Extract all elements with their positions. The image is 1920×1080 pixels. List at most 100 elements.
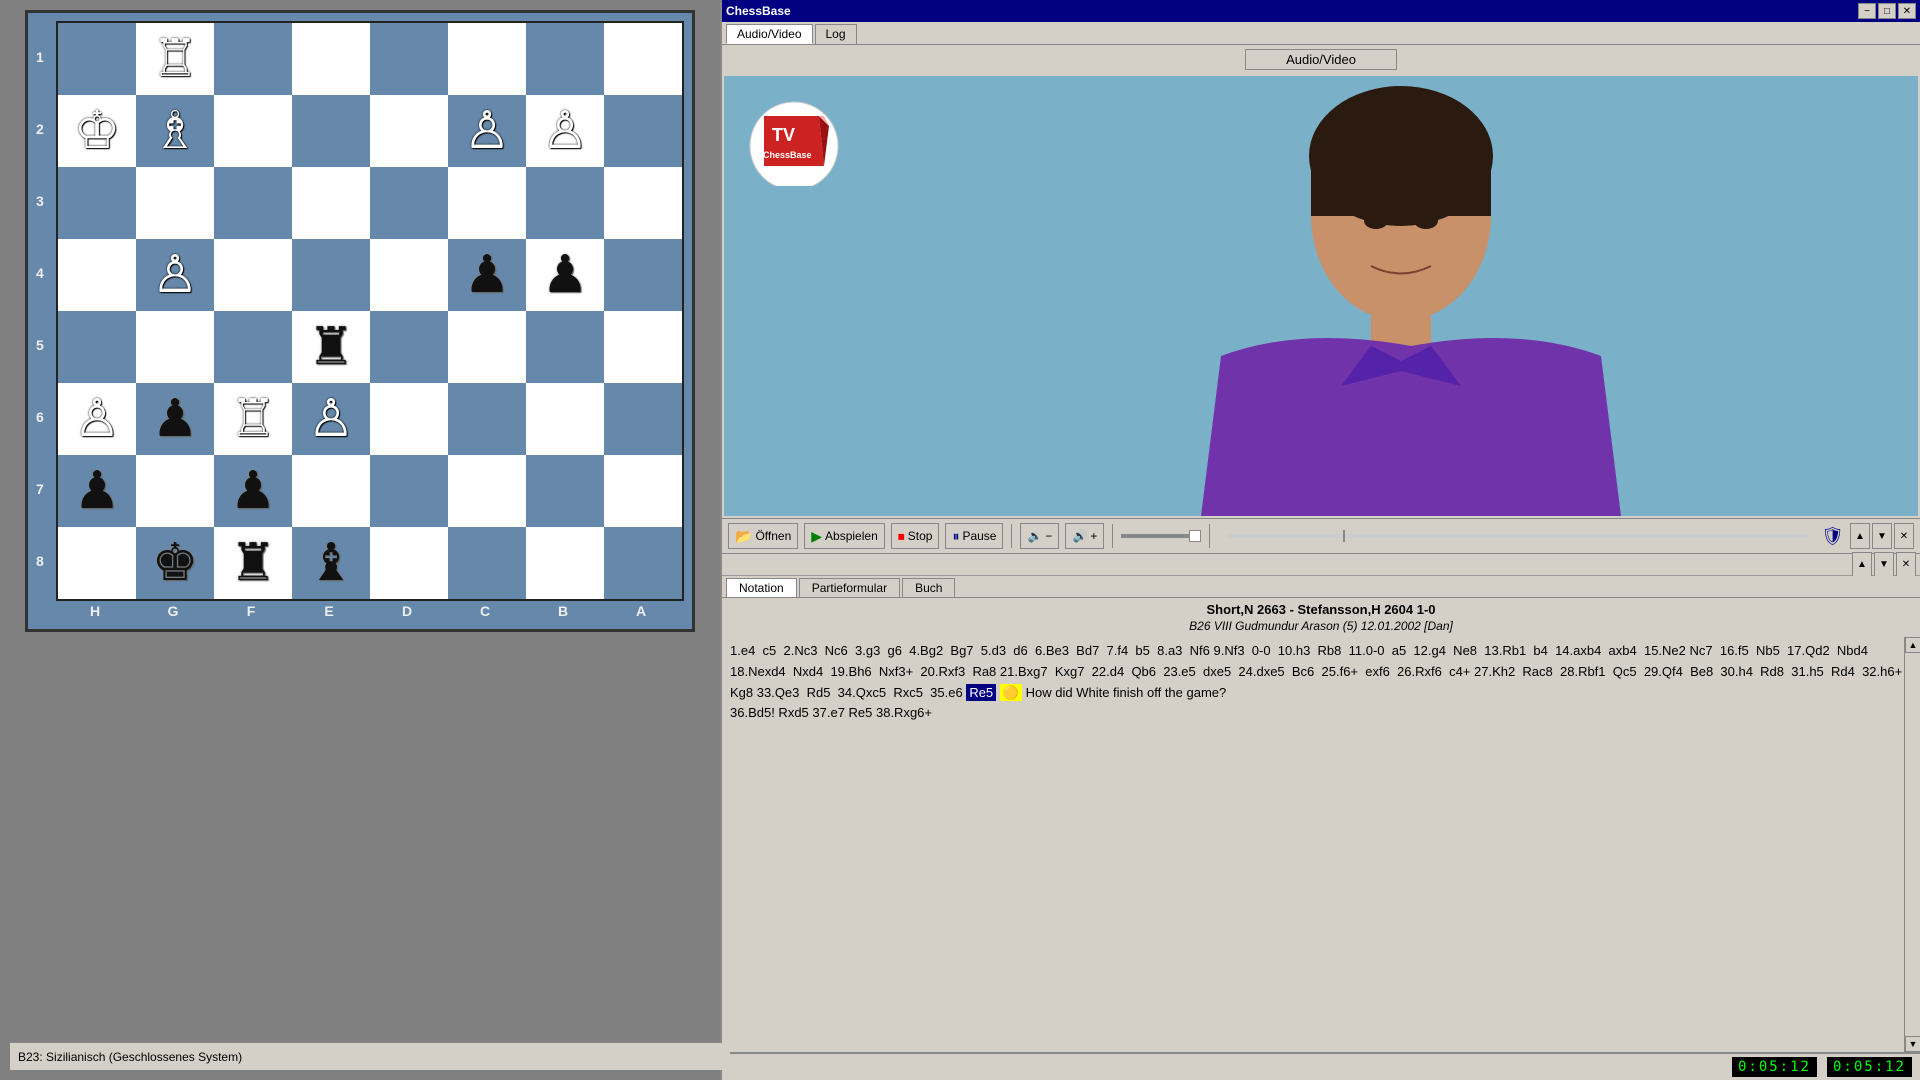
square-e4[interactable] <box>292 239 370 311</box>
square-b1[interactable] <box>526 23 604 95</box>
square-a2[interactable] <box>604 95 682 167</box>
moves-area[interactable]: 1.e4 c5 2.Nc3 Nc6 3.g3 g6 4.Bg2 Bg7 5.d3… <box>722 637 1920 1052</box>
square-g6[interactable]: ♟ <box>136 383 214 455</box>
stop-button[interactable]: ⏹ Stop <box>891 523 940 549</box>
square-e2[interactable] <box>292 95 370 167</box>
square-f4[interactable] <box>214 239 292 311</box>
scroll-up-btn[interactable]: ▲ <box>1850 523 1870 549</box>
notation-sb-track[interactable] <box>1905 653 1920 1036</box>
square-e5[interactable]: ♜ <box>292 311 370 383</box>
vol-up-button[interactable]: 🔊 + <box>1065 523 1104 549</box>
pause-button[interactable]: ⏸ Pause <box>945 523 1003 549</box>
square-g1[interactable]: ♖ <box>136 23 214 95</box>
square-g2[interactable]: ♗ <box>136 95 214 167</box>
square-f7[interactable]: ♟ <box>214 455 292 527</box>
square-c6[interactable] <box>448 383 526 455</box>
square-h2[interactable]: ♔ <box>58 95 136 167</box>
square-a1[interactable] <box>604 23 682 95</box>
square-h4[interactable] <box>58 239 136 311</box>
square-h6[interactable]: ♙ <box>58 383 136 455</box>
square-f1[interactable] <box>214 23 292 95</box>
square-b8[interactable] <box>526 527 604 599</box>
square-h7[interactable]: ♟ <box>58 455 136 527</box>
square-b6[interactable] <box>526 383 604 455</box>
square-c4[interactable]: ♟ <box>448 239 526 311</box>
close-button[interactable]: ✕ <box>1898 3 1916 19</box>
square-c3[interactable] <box>448 167 526 239</box>
open-button[interactable]: 📂 Öffnen <box>728 523 798 549</box>
volume-thumb[interactable] <box>1189 530 1201 542</box>
square-f8[interactable]: ♜ <box>214 527 292 599</box>
highlight-move[interactable]: Re5 <box>966 684 996 701</box>
play-button[interactable]: ▶ Abspielen <box>804 523 885 549</box>
square-g5[interactable] <box>136 311 214 383</box>
square-g3[interactable] <box>136 167 214 239</box>
square-d7[interactable] <box>370 455 448 527</box>
minimize-button[interactable]: − <box>1858 3 1876 19</box>
square-e8[interactable]: ♝ <box>292 527 370 599</box>
square-c5[interactable] <box>448 311 526 383</box>
square-c2[interactable]: ♙ <box>448 95 526 167</box>
square-g7[interactable] <box>136 455 214 527</box>
square-d3[interactable] <box>370 167 448 239</box>
square-d6[interactable] <box>370 383 448 455</box>
square-b7[interactable] <box>526 455 604 527</box>
square-a8[interactable] <box>604 527 682 599</box>
piece-g2: ♗ <box>152 105 199 157</box>
square-h1[interactable] <box>58 23 136 95</box>
volume-slider[interactable] <box>1121 534 1201 538</box>
square-e3[interactable] <box>292 167 370 239</box>
seek-bar[interactable] <box>1226 534 1807 538</box>
square-d4[interactable] <box>370 239 448 311</box>
stop-icon: ⏹ <box>898 528 905 545</box>
vol-down-button[interactable]: 🔉 − <box>1020 523 1059 549</box>
square-b4[interactable]: ♟ <box>526 239 604 311</box>
play-label: Abspielen <box>825 529 878 543</box>
square-d8[interactable] <box>370 527 448 599</box>
square-f3[interactable] <box>214 167 292 239</box>
square-c7[interactable] <box>448 455 526 527</box>
square-f6[interactable]: ♖ <box>214 383 292 455</box>
square-g8[interactable]: ♚ <box>136 527 214 599</box>
notation-close[interactable]: ✕ <box>1896 552 1916 578</box>
notation-title-bar: ▲ ▼ ✕ <box>722 554 1920 576</box>
piece-c4: ♟ <box>464 249 511 301</box>
chess-board[interactable]: ♖ ♔ ♗ ♙ ♙ <box>56 21 684 601</box>
maximize-button[interactable]: □ <box>1878 3 1896 19</box>
piece-g8: ♚ <box>152 537 199 589</box>
square-e1[interactable] <box>292 23 370 95</box>
tab-log[interactable]: Log <box>815 24 857 44</box>
piece-f6: ♖ <box>230 393 277 445</box>
square-e6[interactable]: ♙ <box>292 383 370 455</box>
square-b5[interactable] <box>526 311 604 383</box>
square-b3[interactable] <box>526 167 604 239</box>
square-a7[interactable] <box>604 455 682 527</box>
square-a4[interactable] <box>604 239 682 311</box>
square-g4[interactable]: ♙ <box>136 239 214 311</box>
square-d5[interactable] <box>370 311 448 383</box>
scroll-down-btn[interactable]: ▼ <box>1872 523 1892 549</box>
notation-scroll-down[interactable]: ▼ <box>1874 552 1894 578</box>
square-b2[interactable]: ♙ <box>526 95 604 167</box>
square-a6[interactable] <box>604 383 682 455</box>
square-a5[interactable] <box>604 311 682 383</box>
tab-partieformular[interactable]: Partieformular <box>799 578 900 597</box>
square-c8[interactable] <box>448 527 526 599</box>
square-c1[interactable] <box>448 23 526 95</box>
tab-buch[interactable]: Buch <box>902 578 955 597</box>
notation-sb-down[interactable]: ▼ <box>1905 1036 1920 1052</box>
tab-notation[interactable]: Notation <box>726 578 797 597</box>
square-h8[interactable] <box>58 527 136 599</box>
tab-audio-video[interactable]: Audio/Video <box>726 24 813 44</box>
square-h3[interactable] <box>58 167 136 239</box>
square-e7[interactable] <box>292 455 370 527</box>
close-panel-btn[interactable]: ✕ <box>1894 523 1914 549</box>
notation-scroll-up[interactable]: ▲ <box>1852 552 1872 578</box>
square-f5[interactable] <box>214 311 292 383</box>
square-h5[interactable] <box>58 311 136 383</box>
notation-sb-up[interactable]: ▲ <box>1905 637 1920 653</box>
square-d1[interactable] <box>370 23 448 95</box>
square-f2[interactable] <box>214 95 292 167</box>
square-d2[interactable] <box>370 95 448 167</box>
square-a3[interactable] <box>604 167 682 239</box>
